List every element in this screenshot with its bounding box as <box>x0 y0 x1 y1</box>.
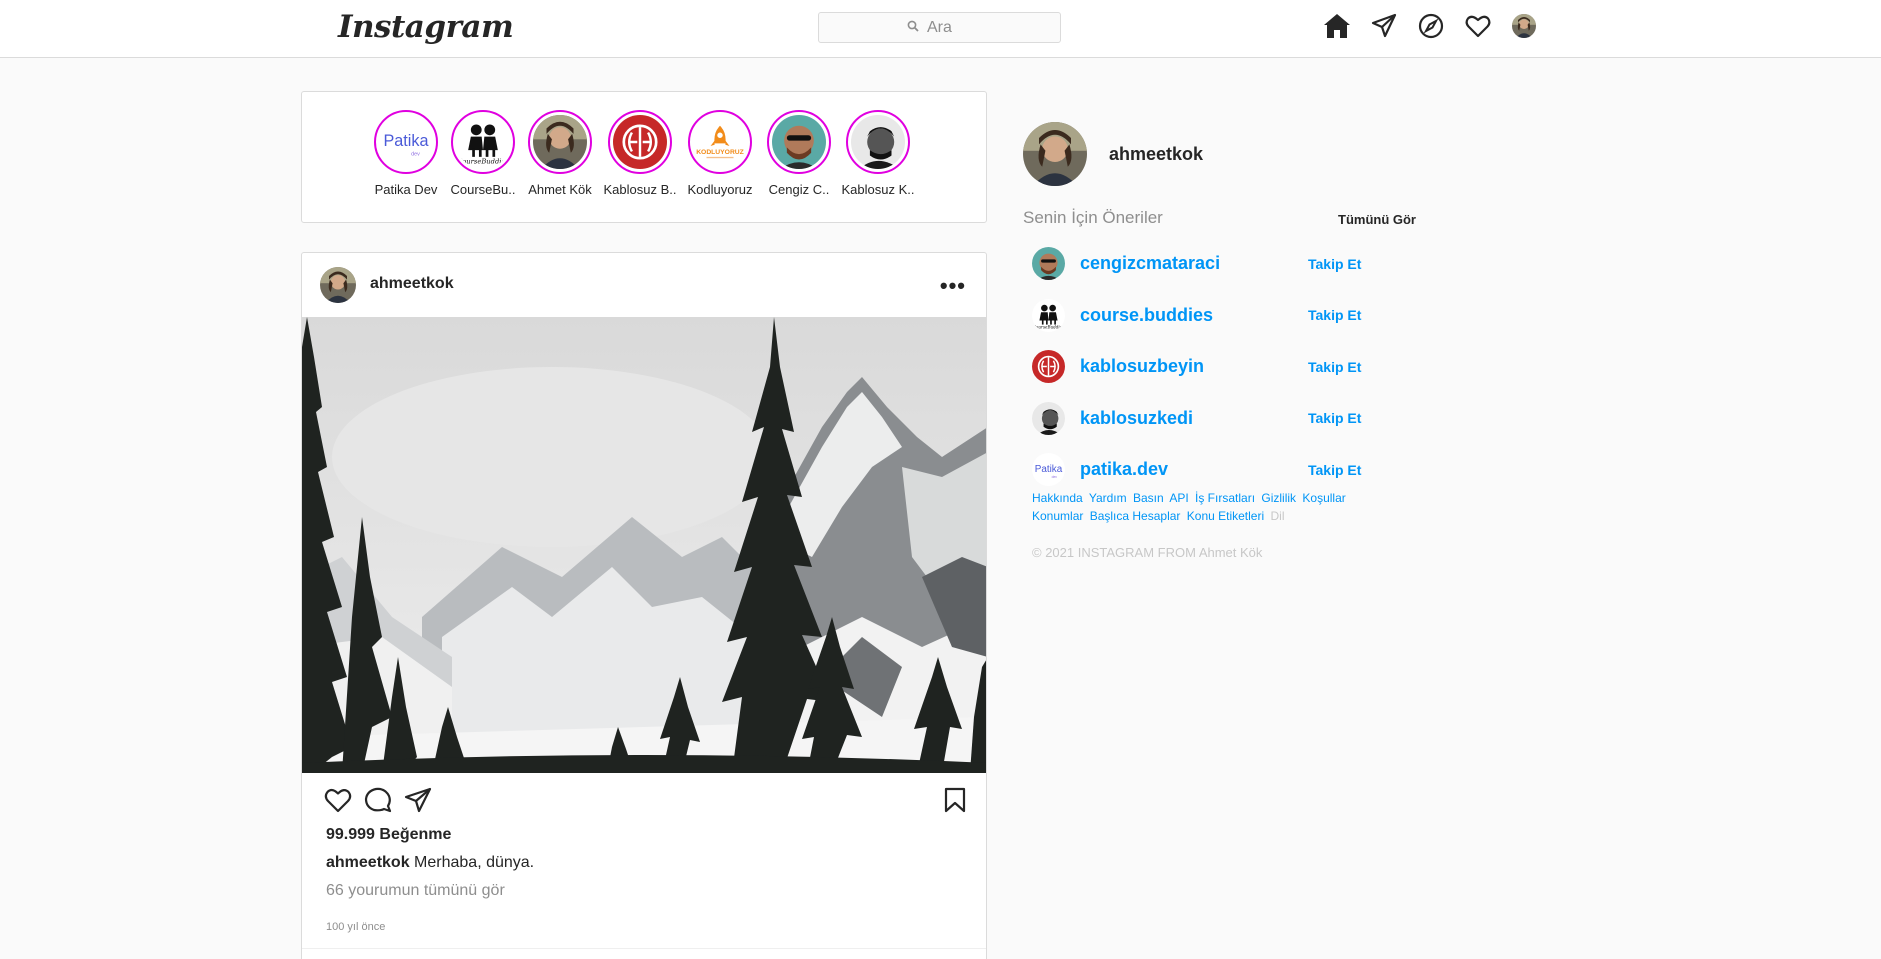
story-avatar <box>533 115 587 169</box>
follow-button[interactable]: Takip Et <box>1308 410 1361 426</box>
comment-divider <box>302 948 986 949</box>
view-all-comments-link[interactable]: 66 yourumun tümünü gör <box>326 882 505 900</box>
search-box[interactable] <box>818 12 1061 43</box>
story-label: CourseBu.. <box>450 182 516 197</box>
story-label: Ahmet Kök <box>528 182 592 197</box>
suggestion-item: course.buddies Takip Et <box>1032 290 1362 342</box>
post-author-avatar[interactable] <box>320 267 356 303</box>
suggestion-username[interactable]: patika.dev <box>1080 459 1168 480</box>
suggestion-avatar[interactable] <box>1032 299 1065 332</box>
suggestion-item: kablosuzkedi Takip Et <box>1032 393 1362 445</box>
story-label: Kodluyoruz <box>687 182 753 197</box>
footer-link[interactable]: Yardım <box>1089 491 1127 505</box>
suggestions-header: Senin İçin Öneriler Tümünü Gör <box>1023 208 1416 228</box>
footer-link[interactable]: İş Fırsatları <box>1195 491 1255 505</box>
story-ring <box>767 110 831 174</box>
story-label: Kablosuz K.. <box>841 182 915 197</box>
footer-link[interactable]: Koşullar <box>1302 491 1345 505</box>
story-label: Kablosuz B.. <box>603 182 677 197</box>
post-caption: ahmeetkok Merhaba, dünya. <box>326 854 534 872</box>
post-header: ahmeetkok ••• <box>302 253 986 317</box>
stories-tray: Patika Dev CourseBu.. Ahmet Kök Kablosuz… <box>301 91 987 223</box>
copyright-text: © 2021 INSTAGRAM FROM Ahmet Kök <box>1032 545 1263 560</box>
see-all-link[interactable]: Tümünü Gör <box>1338 212 1416 227</box>
story-label: Patika Dev <box>374 182 438 197</box>
caption-text: Merhaba, dünya. <box>414 854 535 871</box>
post-author-username[interactable]: ahmeetkok <box>370 275 454 293</box>
footer-link[interactable]: Basın <box>1133 491 1164 505</box>
direct-icon[interactable] <box>1369 11 1398 40</box>
suggestion-username[interactable]: kablosuzbeyin <box>1080 356 1204 377</box>
story-ring <box>451 110 515 174</box>
current-user: ahmeetkok <box>1023 122 1203 186</box>
story-item[interactable]: Cengiz C.. <box>759 110 839 197</box>
story-item[interactable]: Ahmet Kök <box>520 110 600 197</box>
story-ring <box>608 110 672 174</box>
story-ring <box>688 110 752 174</box>
footer-link[interactable]: Hakkında <box>1032 491 1083 505</box>
home-icon[interactable] <box>1322 11 1351 40</box>
more-options-icon[interactable]: ••• <box>940 273 966 299</box>
story-ring <box>846 110 910 174</box>
comment-icon[interactable] <box>364 787 392 818</box>
suggestion-avatar[interactable] <box>1032 453 1065 486</box>
footer-link[interactable]: Gizlilik <box>1261 491 1296 505</box>
activity-heart-icon[interactable] <box>1463 11 1492 40</box>
story-item[interactable]: Kablosuz B.. <box>600 110 680 197</box>
post-timestamp: 100 yıl önce <box>326 921 386 933</box>
story-avatar <box>693 115 747 169</box>
story-item[interactable]: CourseBu.. <box>443 110 523 197</box>
language-link[interactable]: Dil <box>1270 509 1284 523</box>
suggestions-list: cengizcmataraci Takip Et course.buddies … <box>1032 238 1362 496</box>
top-navbar: Instagram <box>0 0 1881 58</box>
search-icon <box>907 19 919 37</box>
story-avatar <box>613 115 667 169</box>
likes-count[interactable]: 99.999 Beğenme <box>326 826 451 844</box>
like-heart-icon[interactable] <box>324 787 352 818</box>
suggestion-avatar[interactable] <box>1032 247 1065 280</box>
follow-button[interactable]: Takip Et <box>1308 462 1361 478</box>
story-ring <box>374 110 438 174</box>
suggestion-item: kablosuzbeyin Takip Et <box>1032 341 1362 393</box>
story-item[interactable]: Patika Dev <box>366 110 446 197</box>
footer-links: Hakkında Yardım Basın API İş Fırsatları … <box>1032 489 1392 525</box>
suggestions-title: Senin İçin Öneriler <box>1023 208 1163 227</box>
instagram-logo[interactable]: Instagram <box>338 9 514 45</box>
story-label: Cengiz C.. <box>768 182 830 197</box>
share-icon[interactable] <box>404 787 432 818</box>
caption-username[interactable]: ahmeetkok <box>326 854 410 871</box>
story-item[interactable]: Kodluyoruz <box>680 110 760 197</box>
story-avatar <box>772 115 826 169</box>
profile-avatar[interactable] <box>1512 14 1536 38</box>
story-avatar <box>851 115 905 169</box>
story-ring <box>528 110 592 174</box>
explore-icon[interactable] <box>1416 11 1445 40</box>
post-image[interactable] <box>302 317 986 773</box>
follow-button[interactable]: Takip Et <box>1308 307 1361 323</box>
save-bookmark-icon[interactable] <box>944 787 966 818</box>
current-user-avatar[interactable] <box>1023 122 1087 186</box>
story-item[interactable]: Kablosuz K.. <box>838 110 918 197</box>
suggestion-avatar[interactable] <box>1032 350 1065 383</box>
suggestion-username[interactable]: course.buddies <box>1080 305 1213 326</box>
suggestion-username[interactable]: kablosuzkedi <box>1080 408 1193 429</box>
story-avatar <box>379 115 433 169</box>
current-username[interactable]: ahmeetkok <box>1109 144 1203 165</box>
footer-link[interactable]: Konu Etiketleri <box>1187 509 1264 523</box>
suggestion-username[interactable]: cengizcmataraci <box>1080 253 1220 274</box>
suggestion-item: cengizcmataraci Takip Et <box>1032 238 1362 290</box>
footer-link[interactable]: Başlıca Hesaplar <box>1090 509 1181 523</box>
suggestion-avatar[interactable] <box>1032 402 1065 435</box>
footer-link[interactable]: Konumlar <box>1032 509 1083 523</box>
follow-button[interactable]: Takip Et <box>1308 256 1361 272</box>
nav-icons <box>1322 11 1536 40</box>
feed-post: ahmeetkok ••• 99.999 Beğenme ahmeetkok M… <box>301 252 987 959</box>
post-action-group <box>324 787 432 818</box>
suggestion-item: patika.dev Takip Et <box>1032 444 1362 496</box>
story-avatar <box>456 115 510 169</box>
follow-button[interactable]: Takip Et <box>1308 359 1361 375</box>
search-input[interactable] <box>927 18 972 37</box>
footer-link[interactable]: API <box>1169 491 1188 505</box>
